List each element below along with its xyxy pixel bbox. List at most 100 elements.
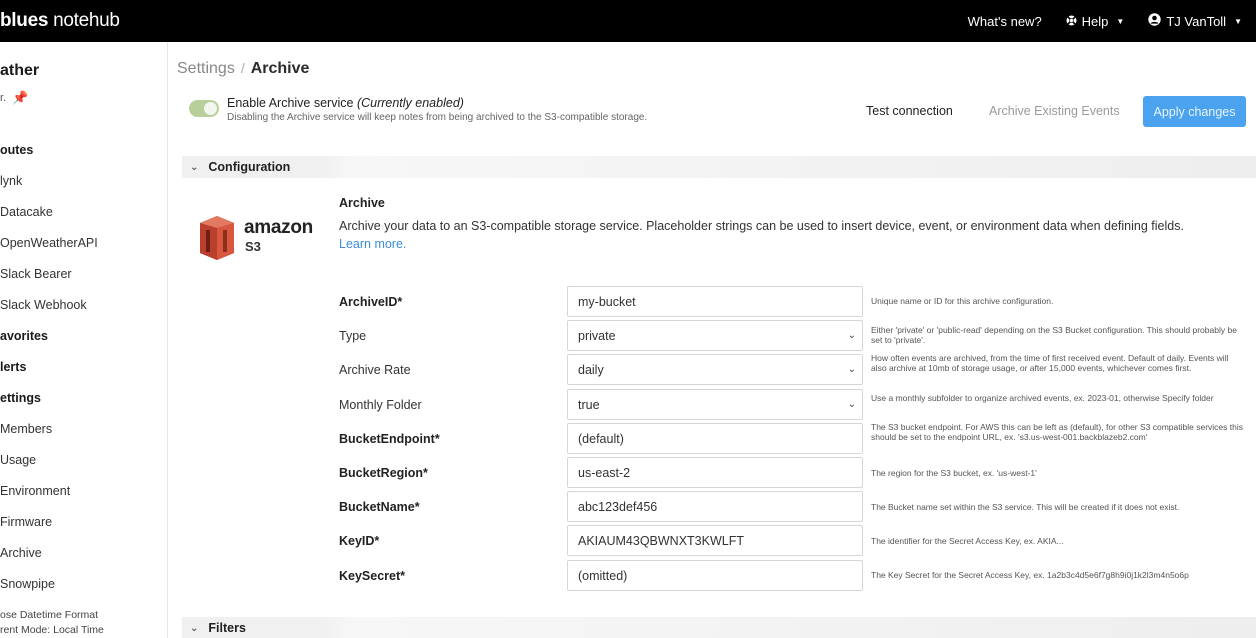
sidebar-item[interactable]: lerts bbox=[0, 351, 168, 382]
sidebar-item[interactable]: Archive bbox=[0, 537, 168, 568]
select-field[interactable]: private ⌄ bbox=[567, 320, 863, 351]
field-label: BucketEndpoint* bbox=[339, 432, 440, 446]
whats-new-label: What's new? bbox=[967, 13, 1042, 29]
select-field[interactable]: daily ⌄ bbox=[567, 354, 863, 385]
field-value: AKIAUM43QBWNXT3KWLFT bbox=[578, 533, 744, 548]
breadcrumb-current: Archive bbox=[250, 60, 310, 77]
sidebar-item[interactable]: outes bbox=[0, 134, 168, 165]
field-hint: Unique name or ID for this archive confi… bbox=[871, 296, 1054, 306]
datetime-format-panel[interactable]: ose Datetime Format rent Mode: Local Tim… bbox=[0, 608, 104, 638]
service-status: (Currently enabled) bbox=[356, 96, 464, 110]
sidebar: ather r. 📌 outes lynk Datacake OpenWeatherA… bbox=[0, 42, 168, 638]
configuration-label: Configuration bbox=[208, 160, 291, 174]
enable-service-title: Enable Archive service (Currently enable… bbox=[227, 96, 464, 110]
text-input[interactable]: AKIAUM43QBWNXT3KWLFT bbox=[567, 525, 863, 556]
field-hint: The S3 bucket endpoint. For AWS this can… bbox=[871, 422, 1243, 442]
enable-service-label: Enable Archive service bbox=[227, 96, 354, 110]
field-hint: The region for the S3 bucket, ex. 'us-we… bbox=[871, 468, 1037, 478]
field-label: KeyID* bbox=[339, 534, 380, 548]
field-value: us-east-2 bbox=[578, 465, 631, 480]
brand-thin: notehub bbox=[48, 10, 120, 31]
chevron-down-icon: ⌄ bbox=[847, 364, 856, 375]
sidebar-item[interactable]: Environment bbox=[0, 475, 168, 506]
sidebar-item[interactable]: Firmware bbox=[0, 506, 168, 537]
caret-down-icon: ▼ bbox=[1234, 16, 1242, 26]
field-hint: The Key Secret for the Secret Access Key… bbox=[871, 570, 1189, 580]
sidebar-item[interactable]: lynk bbox=[0, 165, 168, 196]
text-input[interactable]: (default) bbox=[567, 423, 863, 454]
field-value: true bbox=[578, 397, 600, 412]
field-hint: How often events are archived, from the … bbox=[871, 353, 1229, 373]
filters-section-header[interactable]: ⌄ Filters bbox=[182, 617, 1256, 638]
sidebar-item[interactable]: Slack Webhook bbox=[0, 289, 168, 320]
filters-label: Filters bbox=[208, 621, 246, 635]
help-menu[interactable]: Help ▼ bbox=[1066, 13, 1125, 29]
breadcrumb-separator: / bbox=[240, 60, 245, 76]
field-value: abc123def456 bbox=[578, 499, 658, 514]
archive-existing-events-button[interactable]: Archive Existing Events bbox=[989, 104, 1120, 118]
s3-wordmark: S3 bbox=[245, 239, 261, 254]
chevron-down-icon: ⌄ bbox=[190, 622, 199, 634]
project-name[interactable]: ather bbox=[0, 62, 39, 80]
sidebar-item[interactable]: Members bbox=[0, 413, 168, 444]
field-value: private bbox=[578, 328, 616, 343]
whats-new-link[interactable]: What's new? bbox=[968, 14, 1042, 29]
field-value: (omitted) bbox=[578, 568, 628, 583]
sidebar-item[interactable]: Datacake bbox=[0, 196, 168, 227]
configuration-section-header[interactable]: ⌄ Configuration bbox=[182, 156, 1256, 178]
field-label: BucketName* bbox=[339, 500, 420, 514]
field-label: Type bbox=[339, 329, 367, 343]
text-input[interactable]: my-bucket bbox=[567, 286, 863, 317]
select-field[interactable]: true ⌄ bbox=[567, 389, 863, 420]
test-connection-button[interactable]: Test connection bbox=[866, 104, 953, 118]
project-subtitle: r. 📌 bbox=[0, 90, 28, 106]
help-icon bbox=[1066, 14, 1077, 29]
chevron-down-icon: ⌄ bbox=[190, 161, 199, 173]
user-name: TJ VanToll bbox=[1166, 13, 1227, 29]
field-value: (default) bbox=[578, 431, 624, 446]
amazon-s3-logo: amazon S3 bbox=[196, 214, 316, 264]
user-icon bbox=[1148, 13, 1162, 29]
field-label: Monthly Folder bbox=[339, 398, 422, 412]
apply-changes-button[interactable]: Apply changes bbox=[1143, 96, 1246, 127]
sidebar-item[interactable]: Usage bbox=[0, 444, 168, 475]
main-content: Settings / Archive Enable Archive service … bbox=[168, 42, 1256, 638]
sidebar-item[interactable]: Snowpipe bbox=[0, 568, 168, 599]
archive-heading: Archive bbox=[339, 196, 385, 210]
sidebar-item[interactable]: avorites bbox=[0, 320, 168, 351]
breadcrumb-settings[interactable]: Settings bbox=[177, 60, 235, 77]
learn-more-link[interactable]: Learn more. bbox=[339, 237, 406, 251]
field-value: my-bucket bbox=[578, 294, 636, 309]
text-input[interactable]: (omitted) bbox=[567, 560, 863, 591]
field-label: KeySecret* bbox=[339, 569, 406, 583]
field-hint: The identifier for the Secret Access Key… bbox=[871, 536, 1064, 546]
help-label: Help bbox=[1081, 13, 1109, 29]
sidebar-item[interactable]: Slack Bearer bbox=[0, 258, 168, 289]
sidebar-item[interactable]: OpenWeatherAPI bbox=[0, 227, 168, 258]
archive-service-toggle[interactable] bbox=[189, 100, 219, 117]
project-sub-text: r. bbox=[0, 92, 7, 104]
field-value: daily bbox=[578, 362, 604, 377]
caret-down-icon: ▼ bbox=[1116, 16, 1125, 26]
s3-bucket-icon bbox=[200, 216, 234, 260]
text-input[interactable]: abc123def456 bbox=[567, 491, 863, 522]
amazon-wordmark: amazon bbox=[244, 217, 313, 238]
datetime-format-label: ose Datetime Format bbox=[0, 609, 99, 621]
pin-icon[interactable]: 📌 bbox=[12, 90, 28, 106]
sidebar-item[interactable]: ettings bbox=[0, 382, 168, 413]
archive-description: Archive your data to an S3-compatible st… bbox=[339, 219, 1184, 233]
notehub-logo[interactable]: blues notehub bbox=[0, 10, 120, 32]
brand-bold: blues bbox=[0, 10, 49, 31]
user-menu[interactable]: TJ VanToll ▼ bbox=[1148, 13, 1242, 29]
chevron-down-icon: ⌄ bbox=[847, 330, 856, 341]
top-navbar: blues notehub What's new? Help ▼ TJ VanT… bbox=[0, 0, 1256, 42]
field-hint: Use a monthly subfolder to organize arch… bbox=[871, 393, 1214, 403]
breadcrumb: Settings / Archive bbox=[177, 60, 309, 78]
sidebar-nav: outes lynk Datacake OpenWeatherAPI Slack Bea… bbox=[0, 134, 168, 599]
field-label: BucketRegion* bbox=[339, 466, 428, 480]
enable-service-description: Disabling the Archive service will keep … bbox=[227, 112, 648, 123]
text-input[interactable]: us-east-2 bbox=[567, 457, 863, 488]
datetime-mode-label: rent Mode: Local Time bbox=[0, 624, 104, 636]
chevron-down-icon: ⌄ bbox=[847, 399, 856, 410]
toggle-knob bbox=[204, 102, 217, 115]
